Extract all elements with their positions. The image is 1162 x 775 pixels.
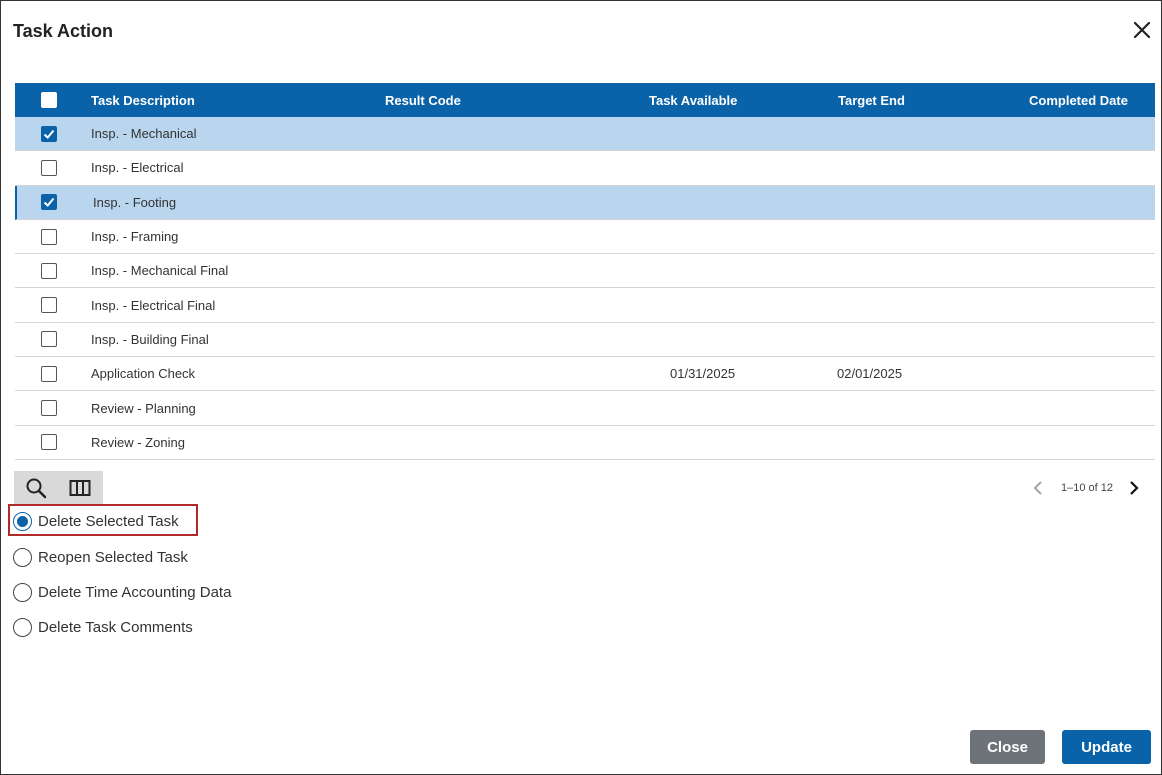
radio-button[interactable]: [13, 547, 32, 567]
row-description: Review - Planning: [91, 400, 196, 416]
check-icon: [43, 198, 55, 208]
radio-button[interactable]: [13, 617, 32, 637]
columns-icon: [69, 479, 91, 496]
row-check-cell: [41, 220, 67, 253]
pager: 1–10 of 12: [1031, 479, 1141, 497]
row-checkbox[interactable]: [41, 365, 57, 382]
header-task-available[interactable]: Task Available: [649, 83, 737, 117]
row-task-available: 01/31/2025: [670, 366, 736, 382]
radio-option[interactable]: Delete Selected Task: [13, 510, 179, 532]
row-checkbox[interactable]: [41, 434, 57, 451]
header-result-code[interactable]: Result Code: [385, 83, 461, 117]
row-description: Insp. - Electrical Final: [91, 297, 216, 313]
row-check-cell: [41, 151, 67, 184]
row-checkbox[interactable]: [41, 228, 57, 245]
radio-option[interactable]: Reopen Selected Task: [13, 546, 188, 568]
grid-toolbar: [14, 471, 103, 504]
table-row[interactable]: Insp. - Mechanical: [15, 117, 1155, 152]
row-target-end: 02/01/2025: [837, 366, 903, 382]
row-checkbox[interactable]: [41, 331, 57, 348]
task-grid: Task Description Result Code Task Availa…: [15, 83, 1155, 460]
row-checkbox[interactable]: [41, 262, 57, 279]
row-description: Review - Zoning: [91, 434, 185, 450]
update-button[interactable]: Update: [1062, 730, 1151, 764]
radio-label: Delete Selected Task: [38, 512, 179, 530]
radio-label: Delete Time Accounting Data: [38, 583, 232, 601]
row-check-cell: [41, 426, 67, 459]
row-checkbox[interactable]: [41, 297, 57, 314]
close-icon[interactable]: [1131, 19, 1153, 41]
header-task-description[interactable]: Task Description: [91, 83, 195, 117]
table-row[interactable]: Application Check 01/31/2025 02/01/2025: [15, 357, 1155, 392]
table-row[interactable]: Insp. - Framing: [15, 219, 1155, 255]
grid-body: Insp. - Mechanical Insp. - Electrical Insp…: [15, 117, 1155, 460]
table-row[interactable]: Insp. - Mechanical Final: [15, 254, 1155, 289]
row-check-cell: [41, 391, 67, 424]
row-checkbox[interactable]: [41, 125, 57, 142]
row-check-cell: [41, 357, 67, 390]
search-button[interactable]: [14, 471, 58, 504]
check-icon: [43, 129, 55, 139]
table-row[interactable]: Review - Zoning: [15, 425, 1155, 460]
search-icon: [26, 478, 47, 498]
row-check-cell: [41, 323, 67, 356]
row-description: Insp. - Framing: [91, 229, 179, 245]
row-description: Insp. - Building Final: [91, 331, 209, 347]
row-checkbox[interactable]: [41, 159, 57, 176]
table-row[interactable]: Review - Planning: [15, 391, 1155, 426]
row-check-cell: [41, 254, 67, 287]
columns-button[interactable]: [58, 471, 102, 504]
row-description: Application Check: [91, 366, 196, 382]
row-description: Insp. - Electrical: [91, 160, 184, 176]
radio-label: Delete Task Comments: [38, 618, 193, 636]
task-action-dialog: Task Action Task Description Result Code…: [0, 0, 1162, 775]
select-all-cell: [41, 83, 67, 117]
chevron-right-icon[interactable]: [1127, 481, 1141, 495]
row-check-cell: [41, 186, 67, 219]
header-target-end[interactable]: Target End: [838, 83, 905, 117]
close-button[interactable]: Close: [970, 730, 1045, 764]
dialog-title: Task Action: [13, 21, 114, 41]
row-description: Insp. - Mechanical Final: [91, 263, 229, 279]
table-row[interactable]: Insp. - Electrical: [15, 151, 1155, 186]
radio-button[interactable]: [13, 511, 32, 531]
row-check-cell: [41, 117, 67, 150]
grid-header: Task Description Result Code Task Availa…: [15, 83, 1155, 117]
radio-label: Reopen Selected Task: [38, 548, 188, 566]
radio-button[interactable]: [13, 582, 32, 602]
radio-option[interactable]: Delete Task Comments: [13, 616, 193, 638]
row-checkbox[interactable]: [41, 194, 57, 211]
table-row[interactable]: Insp. - Building Final: [15, 322, 1155, 358]
select-all-checkbox[interactable]: [41, 92, 57, 108]
chevron-left-icon[interactable]: [1031, 481, 1045, 495]
pager-label: 1–10 of 12: [1061, 482, 1113, 494]
radio-selected-dot: [17, 515, 28, 527]
table-row[interactable]: Insp. - Electrical Final: [15, 288, 1155, 323]
table-row[interactable]: Insp. - Footing: [15, 185, 1155, 220]
row-description: Insp. - Mechanical: [91, 126, 197, 142]
row-description: Insp. - Footing: [93, 194, 177, 210]
radio-option[interactable]: Delete Time Accounting Data: [13, 581, 231, 603]
row-check-cell: [41, 288, 67, 321]
row-checkbox[interactable]: [41, 400, 57, 417]
header-completed-date[interactable]: Completed Date: [1029, 83, 1128, 117]
